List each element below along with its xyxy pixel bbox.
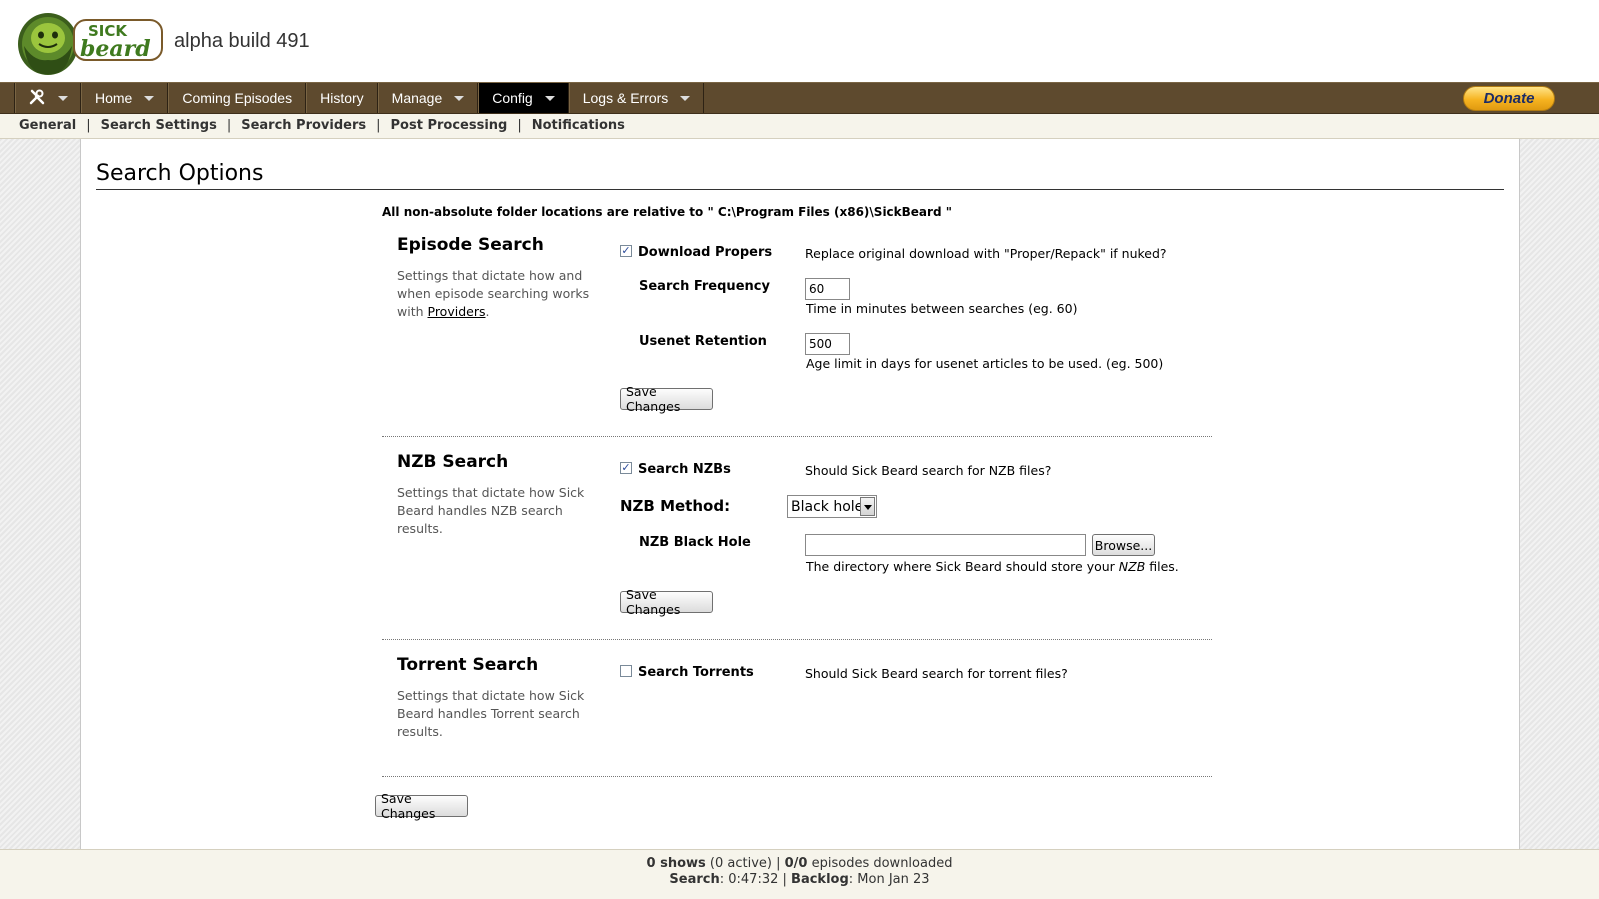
nav-manage-label: Manage [391, 90, 443, 106]
sickbeard-logo[interactable]: SICK beard [14, 6, 164, 76]
usenet-retention-help: Age limit in days for usenet articles to… [806, 356, 1164, 371]
subnav-general[interactable]: General [19, 118, 76, 133]
providers-link[interactable]: Providers [428, 304, 486, 319]
nav-logs-errors-label: Logs & Errors [582, 90, 669, 106]
build-version: alpha build 491 [174, 30, 310, 52]
footer-backlog-label: Backlog [791, 872, 849, 887]
usenet-retention-label: Usenet Retention [639, 334, 767, 349]
nav-coming-episodes[interactable]: Coming Episodes [168, 83, 307, 113]
subnav-separator: | [517, 118, 522, 133]
main-navbar: Home Coming Episodes History Manage Conf… [0, 82, 1599, 114]
nzb-black-hole-help-em: NZB [1118, 559, 1146, 574]
subnav-separator: | [376, 118, 381, 133]
donate-button[interactable]: Donate [1463, 86, 1555, 111]
nzb-black-hole-input[interactable] [805, 534, 1086, 556]
logo-text-beard: beard [80, 36, 151, 62]
subnav-separator: | [226, 118, 232, 133]
nav-history[interactable]: History [306, 83, 378, 113]
subnav-post-processing[interactable]: Post Processing [391, 118, 508, 133]
footer-stats: 0 shows (0 active) | 0/0 episodes downlo… [646, 856, 953, 871]
nav-tools-menu[interactable] [15, 83, 81, 113]
subnav-search-settings[interactable]: Search Settings [101, 118, 217, 133]
chevron-down-icon [680, 95, 691, 101]
nzb-search-title: NZB Search [397, 452, 509, 472]
section-divider [382, 639, 1212, 640]
background-stripe-left [0, 139, 81, 849]
chevron-down-icon [544, 95, 555, 101]
episode-search-desc: Settings that dictate how and when episo… [397, 267, 597, 321]
config-content: Search Options All non-absolute folder l… [81, 139, 1519, 849]
usenet-retention-input[interactable] [805, 333, 850, 355]
chevron-down-icon [860, 497, 875, 516]
chevron-down-icon [454, 95, 465, 101]
episode-search-title: Episode Search [397, 235, 544, 255]
search-nzbs-help: Should Sick Beard search for NZB files? [805, 463, 1052, 478]
nav-logs-errors[interactable]: Logs & Errors [568, 83, 705, 113]
subnav-notifications[interactable]: Notifications [532, 118, 625, 133]
nzb-method-value: Black hole [791, 499, 864, 515]
footer-schedule: Search: 0:47:32 | Backlog: Mon Jan 23 [669, 872, 930, 887]
search-torrents-help: Should Sick Beard search for torrent fil… [805, 666, 1068, 681]
footer-backlog-value: : Mon Jan 23 [848, 872, 930, 887]
search-torrents-label: Search Torrents [638, 665, 754, 680]
nav-config[interactable]: Config [478, 83, 569, 113]
browse-button[interactable]: Browse... [1092, 534, 1155, 556]
nav-list: Home Coming Episodes History Manage Conf… [14, 83, 705, 113]
nav-coming-episodes-label: Coming Episodes [182, 90, 293, 106]
nav-manage[interactable]: Manage [377, 83, 479, 113]
nav-history-label: History [320, 90, 364, 106]
nav-home[interactable]: Home [81, 83, 169, 113]
search-frequency-label: Search Frequency [639, 279, 770, 294]
search-nzbs-checkbox[interactable]: ✓ [620, 462, 632, 474]
nzb-method-label: NZB Method: [620, 497, 731, 515]
search-frequency-input[interactable] [805, 278, 850, 300]
episode-save-button[interactable]: Save Changes [620, 384, 713, 414]
nav-config-label: Config [492, 90, 533, 106]
footer-shows-count: 0 shows [646, 856, 706, 871]
section-divider [382, 776, 1212, 777]
footer-search-label: Search [669, 872, 720, 887]
download-propers-help: Replace original download with "Proper/R… [805, 246, 1167, 261]
search-nzbs-label: Search NZBs [638, 462, 731, 477]
page-title: Search Options [96, 161, 1504, 190]
background-stripe-right [1519, 139, 1599, 849]
chevron-down-icon [58, 95, 68, 101]
nzb-black-hole-help: The directory where Sick Beard should st… [806, 559, 1179, 574]
bottom-save-button[interactable]: Save Changes [375, 791, 468, 821]
torrent-search-title: Torrent Search [397, 655, 539, 675]
nzb-black-hole-help-text: The directory where Sick Beard should st… [806, 559, 1119, 574]
download-propers-checkbox[interactable]: ✓ [620, 245, 632, 257]
episode-search-desc-text: Settings that dictate how and when episo… [397, 268, 590, 319]
footer-episodes: 0/0 [784, 856, 808, 871]
section-divider [382, 436, 1212, 437]
torrent-search-desc: Settings that dictate how Sick Beard han… [397, 688, 585, 739]
footer: 0 shows (0 active) | 0/0 episodes downlo… [0, 849, 1599, 899]
footer-search-value: : 0:47:32 [719, 872, 779, 887]
nzb-black-hole-label: NZB Black Hole [639, 535, 751, 550]
nav-home-label: Home [95, 90, 133, 106]
nzb-save-button[interactable]: Save Changes [620, 587, 713, 617]
search-frequency-help: Time in minutes between searches (eg. 60… [806, 301, 1078, 316]
tools-icon [28, 88, 46, 109]
footer-episodes-suffix: episodes downloaded [811, 856, 953, 871]
search-torrents-checkbox[interactable] [620, 665, 632, 677]
download-propers-label: Download Propers [638, 245, 773, 260]
nzb-method-select[interactable]: Black hole [787, 495, 877, 518]
chevron-down-icon [144, 95, 155, 101]
path-note: All non-absolute folder locations are re… [382, 205, 952, 219]
episode-search-desc-suffix: . [485, 304, 490, 319]
header: SICK beard alpha build 491 [0, 0, 1599, 82]
nzb-search-desc: Settings that dictate how Sick Beard han… [397, 485, 585, 536]
nzb-black-hole-help-suffix: files. [1145, 559, 1179, 574]
subnav-separator: | [86, 118, 91, 133]
footer-shows-active: (0 active) [709, 856, 772, 871]
subnav-search-providers[interactable]: Search Providers [241, 118, 366, 133]
config-subnav: General | Search Settings | Search Provi… [0, 114, 1599, 139]
